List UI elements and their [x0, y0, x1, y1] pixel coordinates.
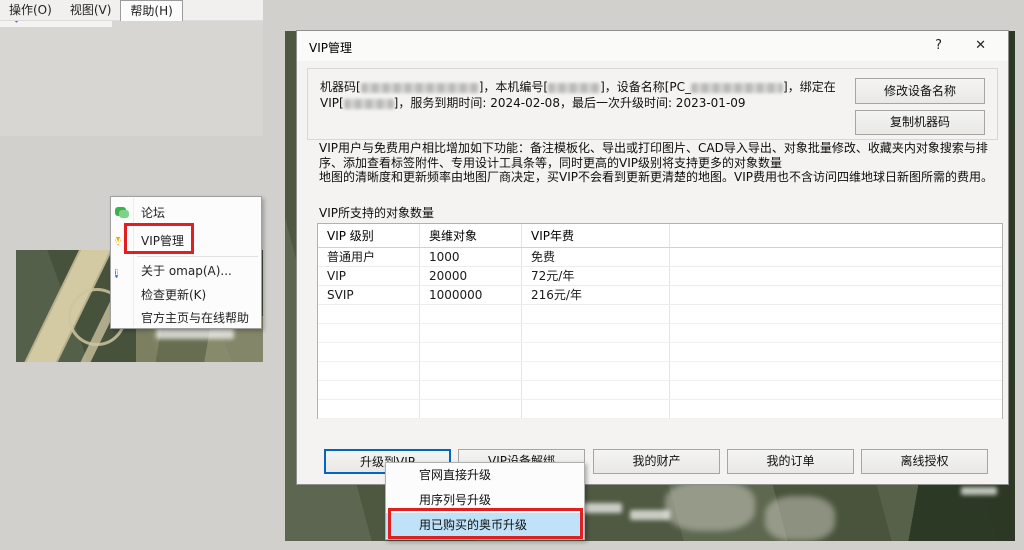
description-paragraph-1: VIP用户与免费用户相比增加如下功能：备注模板化、导出或打印图片、CAD导入导出…: [319, 141, 1005, 170]
dialog-titlebar: VIP管理 ? ✕: [297, 31, 1008, 61]
offline-authorization-button[interactable]: 离线授权: [861, 449, 988, 474]
map-label-smudge: [630, 510, 670, 520]
menu-help[interactable]: 帮助(H): [120, 0, 182, 21]
column-header-fee[interactable]: VIP年费: [522, 224, 670, 247]
redacted-vip-account: [344, 99, 394, 109]
annotation-box-vip-manage: [124, 223, 194, 254]
copy-machine-code-button[interactable]: 复制机器码: [855, 110, 985, 135]
table-empty-row: [318, 343, 1002, 362]
table-caption: VIP所支持的对象数量: [319, 204, 434, 221]
menu-item-official-home[interactable]: 官方主页与在线帮助: [112, 306, 260, 329]
my-assets-button[interactable]: 我的财产: [593, 449, 720, 474]
vip-manage-dialog: VIP管理 ? ✕ 机器码[]，本机编号[]，设备名称[PC_]，绑定在 VIP…: [296, 30, 1009, 485]
rename-device-button[interactable]: 修改设备名称: [855, 78, 985, 104]
table-empty-row: [318, 305, 1002, 324]
menu-view[interactable]: 视图(V): [61, 1, 121, 20]
cell-objects: 1000000: [420, 286, 522, 304]
table-row[interactable]: 普通用户 1000 免费: [318, 248, 1002, 267]
map-label-smudge: [961, 487, 997, 495]
machine-info-line1: 机器码[]，本机编号[]，设备名称[PC_]，绑定在: [320, 79, 860, 95]
annotation-box-coin-upgrade: [388, 508, 583, 539]
redacted-machine-code: [361, 83, 479, 93]
menu-item-forum[interactable]: 论坛: [112, 201, 260, 224]
table-empty-row: [318, 400, 1002, 419]
cell-level: SVIP: [318, 286, 420, 304]
village-patch: [765, 496, 835, 541]
map-label-smudge: [156, 328, 234, 339]
table-empty-row: [318, 362, 1002, 381]
help-dropdown-menu: 论坛 V VIP管理 i 关于 omap(A)... 检查更新(K) 官方主页与…: [110, 196, 262, 329]
dialog-title: VIP管理: [309, 39, 352, 56]
table-empty-row: [318, 324, 1002, 343]
menu-item-label: 官方主页与在线帮助: [141, 309, 249, 326]
column-header-objects[interactable]: 奥维对象: [420, 224, 522, 247]
menu-item-check-update[interactable]: 检查更新(K): [112, 283, 260, 306]
forum-icon: [115, 207, 126, 216]
cell-objects: 20000: [420, 267, 522, 285]
cell-level: 普通用户: [318, 248, 420, 266]
info-icon: i: [115, 268, 118, 278]
menu-item-about[interactable]: i 关于 omap(A)...: [112, 259, 260, 282]
vip-description: VIP用户与免费用户相比增加如下功能：备注模板化、导出或打印图片、CAD导入导出…: [319, 141, 1005, 185]
vip-levels-table: VIP 级别 奥维对象 VIP年费 普通用户 1000 免费 VIP 20000…: [317, 223, 1003, 419]
machine-info-groupbox: 机器码[]，本机编号[]，设备名称[PC_]，绑定在 VIP[]，服务到期时间:…: [307, 68, 998, 140]
my-orders-button[interactable]: 我的订单: [727, 449, 854, 474]
menu-item-label: 关于 omap(A)...: [141, 262, 232, 279]
table-header-row: VIP 级别 奥维对象 VIP年费: [318, 224, 1002, 248]
redacted-device-name: [691, 83, 783, 93]
description-paragraph-2: 地图的清晰度和更新频率由地图厂商决定，买VIP不会看到更新更清楚的地图。VIP费…: [319, 170, 1005, 185]
redacted-device-number: [548, 83, 600, 93]
menubar: 操作(O) 视图(V) 帮助(H): [0, 0, 263, 21]
vip-gem-icon: V: [115, 237, 121, 246]
menu-item-label: 检查更新(K): [141, 286, 206, 303]
village-patch: [665, 481, 755, 531]
table-row[interactable]: VIP 20000 72元/年: [318, 267, 1002, 286]
cell-fee: 72元/年: [522, 267, 670, 285]
dialog-help-button[interactable]: ?: [935, 38, 942, 53]
table-empty-row: [318, 381, 1002, 400]
machine-info-text: 机器码[]，本机编号[]，设备名称[PC_]，绑定在 VIP[]，服务到期时间:…: [320, 79, 860, 111]
menu-item-label: 论坛: [141, 204, 165, 221]
menu-operation[interactable]: 操作(O): [0, 1, 61, 20]
menu-separator: [137, 256, 258, 257]
table-row[interactable]: SVIP 1000000 216元/年: [318, 286, 1002, 305]
cell-objects: 1000: [420, 248, 522, 266]
cell-level: VIP: [318, 267, 420, 285]
column-header-level[interactable]: VIP 级别: [318, 224, 420, 247]
close-icon[interactable]: ✕: [975, 38, 986, 53]
machine-info-line2: VIP[]，服务到期时间: 2024-02-08，最后一次升级时间: 2023-…: [320, 95, 860, 111]
popup-item-official-site-upgrade[interactable]: 官网直接升级: [386, 463, 584, 488]
cell-fee: 216元/年: [522, 286, 670, 304]
cell-fee: 免费: [522, 248, 670, 266]
